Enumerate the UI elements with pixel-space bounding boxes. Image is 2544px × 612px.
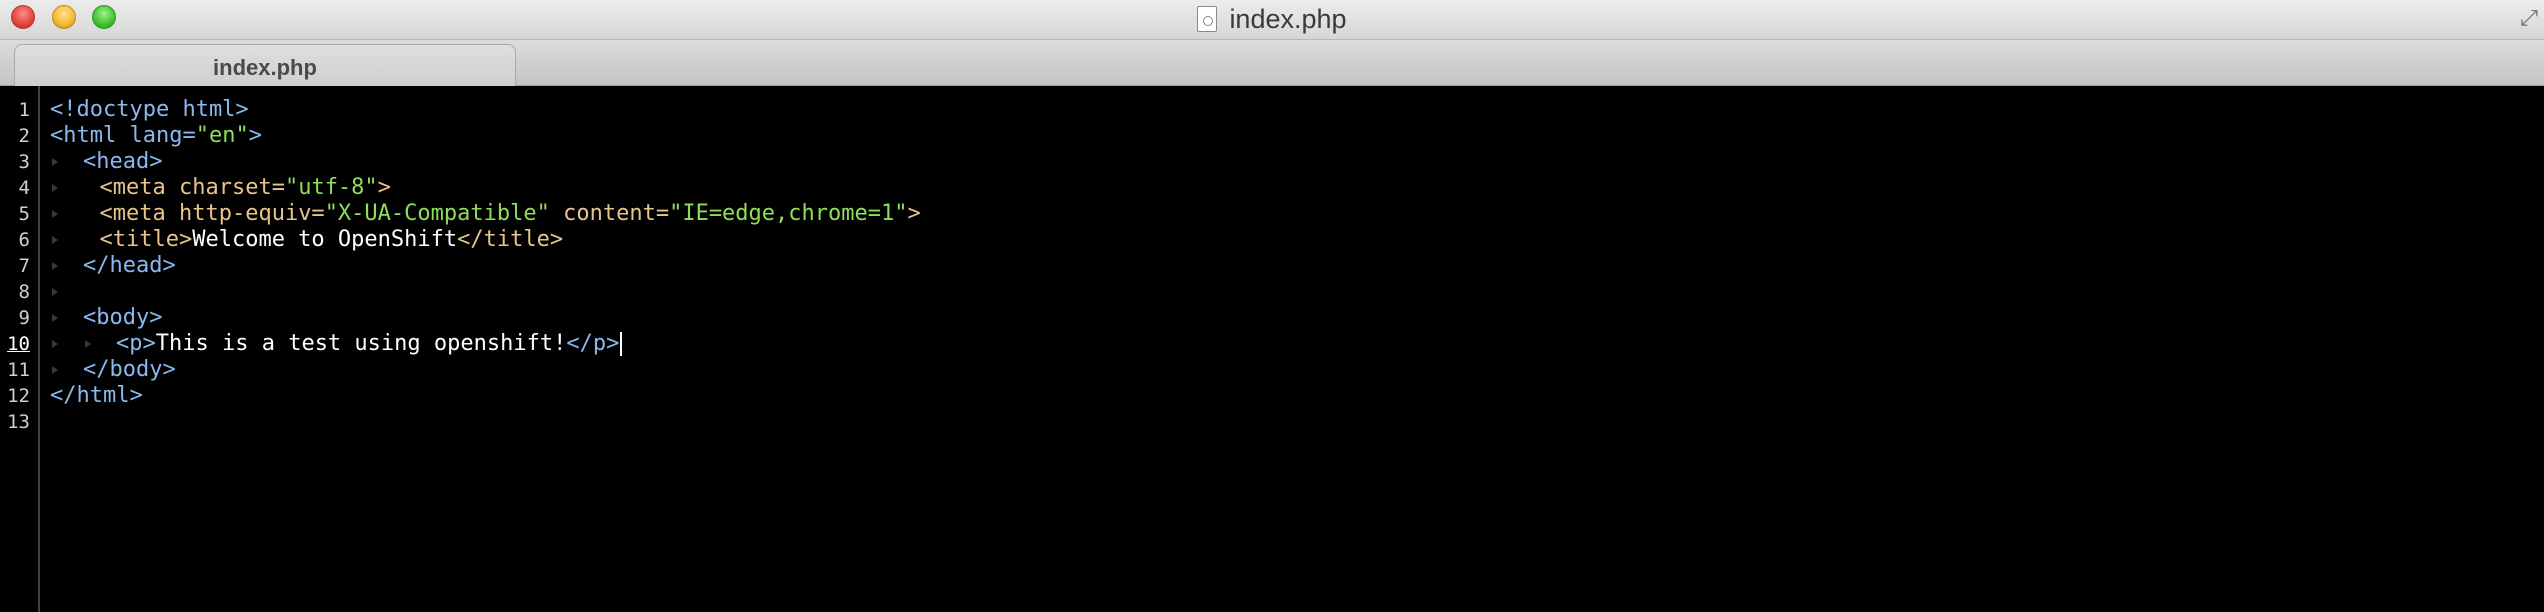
window-title: index.php [1229,3,1347,34]
indent-marker-icon [52,340,58,348]
code-token: <html [50,123,130,148]
code-token: </html> [50,383,143,408]
line-number: 9 [18,307,30,329]
code-token: <meta [99,201,179,226]
code-text: <title>Welcome to OpenShift</title> [100,227,564,253]
window-title-group: index.php [0,0,2544,38]
code-token: "utf-8" [284,175,378,200]
code-text: <meta charset="utf-8"> [100,175,391,201]
tab-label: index.php [213,54,317,80]
code-token: lang= [129,123,196,148]
code-line[interactable]: 7 </head> [0,253,2544,279]
code-line[interactable]: 5 <meta http-equiv="X-UA-Compatible" cont… [0,201,2544,227]
code-text: </body> [83,357,176,383]
code-token: charset= [178,175,285,200]
code-token: <body> [83,305,163,330]
text-cursor [620,332,623,356]
code-token: "X-UA-Compatible" [324,201,550,226]
indent-marker-icon [85,340,91,348]
code-token: <p> [116,331,156,356]
title-bar: index.php ⤢ [0,0,2544,40]
indent-marker-icon [52,236,58,244]
line-number: 5 [18,203,30,225]
indent-marker-icon [52,210,58,218]
code-line[interactable]: 11 </body> [0,357,2544,383]
line-number: 2 [18,125,30,147]
code-token: <!doctype html> [50,97,249,122]
code-text: </head> [83,253,176,279]
code-token: </title> [457,227,564,252]
fullscreen-icon[interactable]: ⤢ [2516,6,2542,32]
code-token: > [907,201,921,226]
code-token: </head> [83,253,176,278]
code-text: <p>This is a test using openshift!</p> [116,331,623,357]
code-text: <html lang="en"> [50,123,262,149]
indent-marker-icon [52,366,58,374]
tab-bar: index.php [0,40,2544,86]
code-line[interactable]: 8 [0,279,2544,305]
line-number: 4 [18,177,30,199]
code-area[interactable]: 1 <!doctype html> 2 <html lang="en"> 3 <head>… [0,97,2544,435]
line-number: 12 [7,385,30,407]
code-token: </body> [83,357,176,382]
code-editor[interactable]: 1 <!doctype html> 2 <html lang="en"> 3 <head>… [0,86,2544,612]
code-token: Welcome to OpenShift [192,227,458,252]
code-line[interactable]: 12 </html> [0,383,2544,409]
code-line[interactable]: 9 <body> [0,305,2544,331]
code-line[interactable]: 13 [0,409,2544,435]
code-token: content= [549,201,670,226]
code-line[interactable]: 2 <html lang="en"> [0,123,2544,149]
code-text: <!doctype html> [50,97,249,123]
code-line[interactable]: 6 <title>Welcome to OpenShift</title> [0,227,2544,253]
code-token: http-equiv= [178,201,325,226]
code-token: </p> [566,331,620,356]
code-token: <head> [83,149,163,174]
line-number: 10 [7,333,30,355]
indent-marker-icon [52,158,58,166]
editor-window: index.php ⤢ index.php 1 <!doctype html> 2 <… [0,0,2544,612]
line-number: 6 [18,229,30,251]
line-number: 7 [18,255,30,277]
code-token: "en" [195,123,249,148]
indent-marker-icon [52,288,58,296]
code-text: </html> [50,383,143,409]
indent-marker-icon [52,262,58,270]
line-number: 11 [7,359,30,381]
tab-index-php[interactable]: index.php [14,44,516,86]
code-text: <head> [83,149,162,175]
code-token: This is a test using openshift! [155,331,567,356]
line-number: 3 [18,151,30,173]
code-token: > [248,123,262,148]
code-token: <title> [99,227,193,252]
line-number: 8 [18,281,30,303]
line-number: 13 [7,411,30,433]
code-token: <meta [99,175,179,200]
line-number: 1 [18,99,30,121]
code-line[interactable]: 1 <!doctype html> [0,97,2544,123]
code-text: <body> [83,305,162,331]
indent-marker-icon [52,314,58,322]
code-token: "IE=edge,chrome=1" [669,201,908,226]
indent-marker-icon [52,184,58,192]
php-file-icon [1197,6,1218,32]
code-line[interactable]: 4 <meta charset="utf-8"> [0,175,2544,201]
code-line[interactable]: 10 <p>This is a test using openshift!</p> [0,331,2544,357]
code-token: > [377,175,391,200]
code-text: <meta http-equiv="X-UA-Compatible" conte… [100,201,921,227]
code-line[interactable]: 3 <head> [0,149,2544,175]
